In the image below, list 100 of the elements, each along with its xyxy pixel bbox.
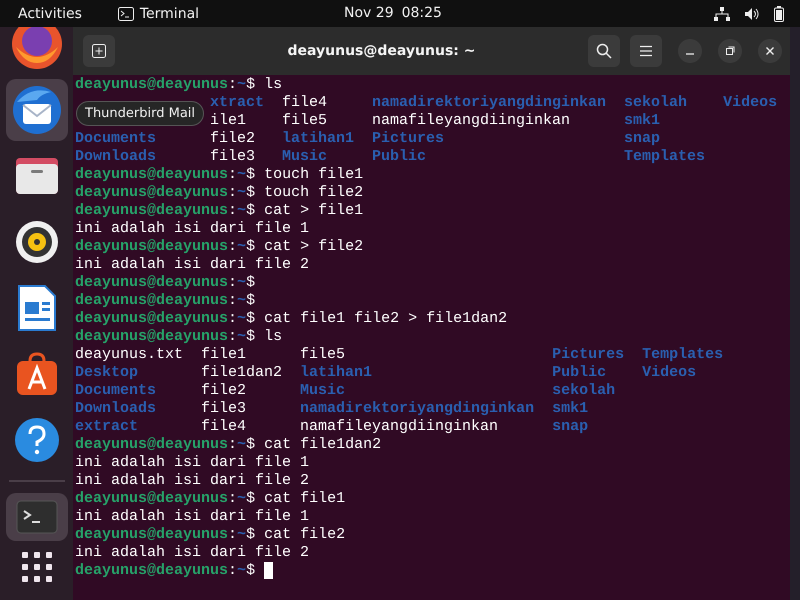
output-text: ini adalah isi dari file 2 xyxy=(75,472,310,490)
directory-name: Downloads xyxy=(75,148,156,165)
prompt-sign: $ xyxy=(246,526,256,544)
directory-name: snap xyxy=(624,130,660,147)
prompt-colon: : xyxy=(228,76,238,94)
file-name: file5 xyxy=(300,346,346,363)
directory-name: Public xyxy=(372,148,426,165)
prompt-path: ~ xyxy=(237,490,246,508)
directory-name: Music xyxy=(282,148,328,165)
search-button[interactable] xyxy=(588,35,620,67)
directory-name: xtract xyxy=(210,94,264,111)
file-name: ile1 xyxy=(210,112,246,129)
prompt-sign: $ xyxy=(246,166,256,184)
close-button[interactable] xyxy=(758,39,782,63)
time-text[interactable]: 08:25 xyxy=(402,5,442,21)
prompt-colon: : xyxy=(228,274,238,292)
prompt-user: deayunus@deayunus xyxy=(75,274,228,292)
directory-name: namadirektoriyangdinginkan xyxy=(372,94,606,111)
network-icon[interactable] xyxy=(714,6,730,20)
maximize-button[interactable] xyxy=(718,39,742,63)
plus-icon xyxy=(92,44,106,58)
prompt-user: deayunus@deayunus xyxy=(75,490,228,508)
prompt-colon: : xyxy=(228,184,238,202)
prompt-user: deayunus@deayunus xyxy=(75,562,228,580)
tooltip: Thunderbird Mail xyxy=(76,101,204,126)
directory-name: Videos xyxy=(642,364,696,381)
battery-icon[interactable] xyxy=(774,6,784,22)
prompt-colon: : xyxy=(228,436,238,454)
prompt-sign: $ xyxy=(246,274,256,292)
prompt-path: ~ xyxy=(237,526,246,544)
minimize-icon xyxy=(686,53,694,55)
prompt-colon: : xyxy=(228,526,238,544)
prompt-sign: $ xyxy=(246,328,256,346)
prompt-colon: : xyxy=(228,166,238,184)
prompt-path: ~ xyxy=(237,238,246,256)
command-text: cat file2 xyxy=(264,526,346,544)
prompt-sign: $ xyxy=(246,202,256,220)
prompt-colon: : xyxy=(228,562,238,580)
close-icon xyxy=(765,46,775,56)
volume-icon[interactable] xyxy=(744,6,760,20)
restore-icon xyxy=(725,46,735,56)
directory-name: Public xyxy=(552,364,606,381)
prompt-sign: $ xyxy=(246,562,256,580)
app-grid-icon[interactable] xyxy=(20,551,52,583)
command-text: cat > file1 xyxy=(264,202,364,220)
prompt-sign: $ xyxy=(246,310,256,328)
directory-name: Music xyxy=(300,382,346,399)
directory-name: Documents xyxy=(75,130,156,147)
file-name: file2 xyxy=(210,130,256,147)
prompt-sign: $ xyxy=(246,238,256,256)
output-text: ini adalah isi dari file 2 xyxy=(75,544,310,562)
prompt-colon: : xyxy=(228,202,238,220)
prompt-user: deayunus@deayunus xyxy=(75,436,228,454)
output-text: ini adalah isi dari file 1 xyxy=(75,454,310,472)
prompt-path: ~ xyxy=(237,166,246,184)
directory-name: Pictures xyxy=(372,130,444,147)
directory-name: Videos xyxy=(723,94,778,111)
prompt-path: ~ xyxy=(237,76,246,94)
prompt-path: ~ xyxy=(237,562,246,580)
directory-name: sekolah xyxy=(552,382,616,399)
minimize-button[interactable] xyxy=(678,39,702,63)
file-name: file4 xyxy=(282,94,328,111)
prompt-user: deayunus@deayunus xyxy=(75,184,228,202)
command-text: touch file2 xyxy=(264,184,364,202)
directory-name: smk1 xyxy=(624,112,660,129)
date-text[interactable]: Nov 29 xyxy=(344,5,394,21)
prompt-path: ~ xyxy=(237,436,246,454)
prompt-sign: $ xyxy=(246,184,256,202)
new-tab-button[interactable] xyxy=(83,35,115,67)
command-text: cat file1dan2 xyxy=(264,436,382,454)
prompt-sign: $ xyxy=(246,436,256,454)
command-text: cat file1 xyxy=(264,490,346,508)
prompt-colon: : xyxy=(228,292,238,310)
directory-name: Templates xyxy=(624,148,706,165)
app-menu[interactable]: Terminal xyxy=(140,6,200,22)
directory-name: Pictures xyxy=(552,346,624,363)
prompt-user: deayunus@deayunus xyxy=(75,526,228,544)
prompt-colon: : xyxy=(228,490,238,508)
file-name: namafileyangdiinginkan xyxy=(372,112,570,129)
prompt-colon: : xyxy=(228,310,238,328)
file-name: file1dan2 xyxy=(201,364,282,381)
prompt-user: deayunus@deayunus xyxy=(75,310,228,328)
speaker-icon xyxy=(14,220,58,264)
directory-name: namadirektoriyangdinginkan xyxy=(300,400,534,417)
menu-icon xyxy=(639,45,653,57)
prompt-user: deayunus@deayunus xyxy=(75,202,228,220)
menu-button[interactable] xyxy=(630,35,662,67)
envelope-icon xyxy=(10,84,62,136)
terminal-icon xyxy=(118,6,134,20)
activities-button[interactable]: Activities xyxy=(18,6,82,22)
dock-item[interactable] xyxy=(6,79,68,141)
prompt-sign: $ xyxy=(246,490,256,508)
directory-name: latihan1 xyxy=(282,130,354,147)
directory-name: Downloads xyxy=(75,400,156,417)
file-name: deayunus.txt xyxy=(75,346,184,363)
file-name: file5 xyxy=(282,112,328,129)
directory-name: extract xyxy=(75,418,138,435)
output-text: ini adalah isi dari file 2 xyxy=(75,256,310,274)
search-icon xyxy=(596,43,612,59)
directory-name: snap xyxy=(552,418,588,435)
